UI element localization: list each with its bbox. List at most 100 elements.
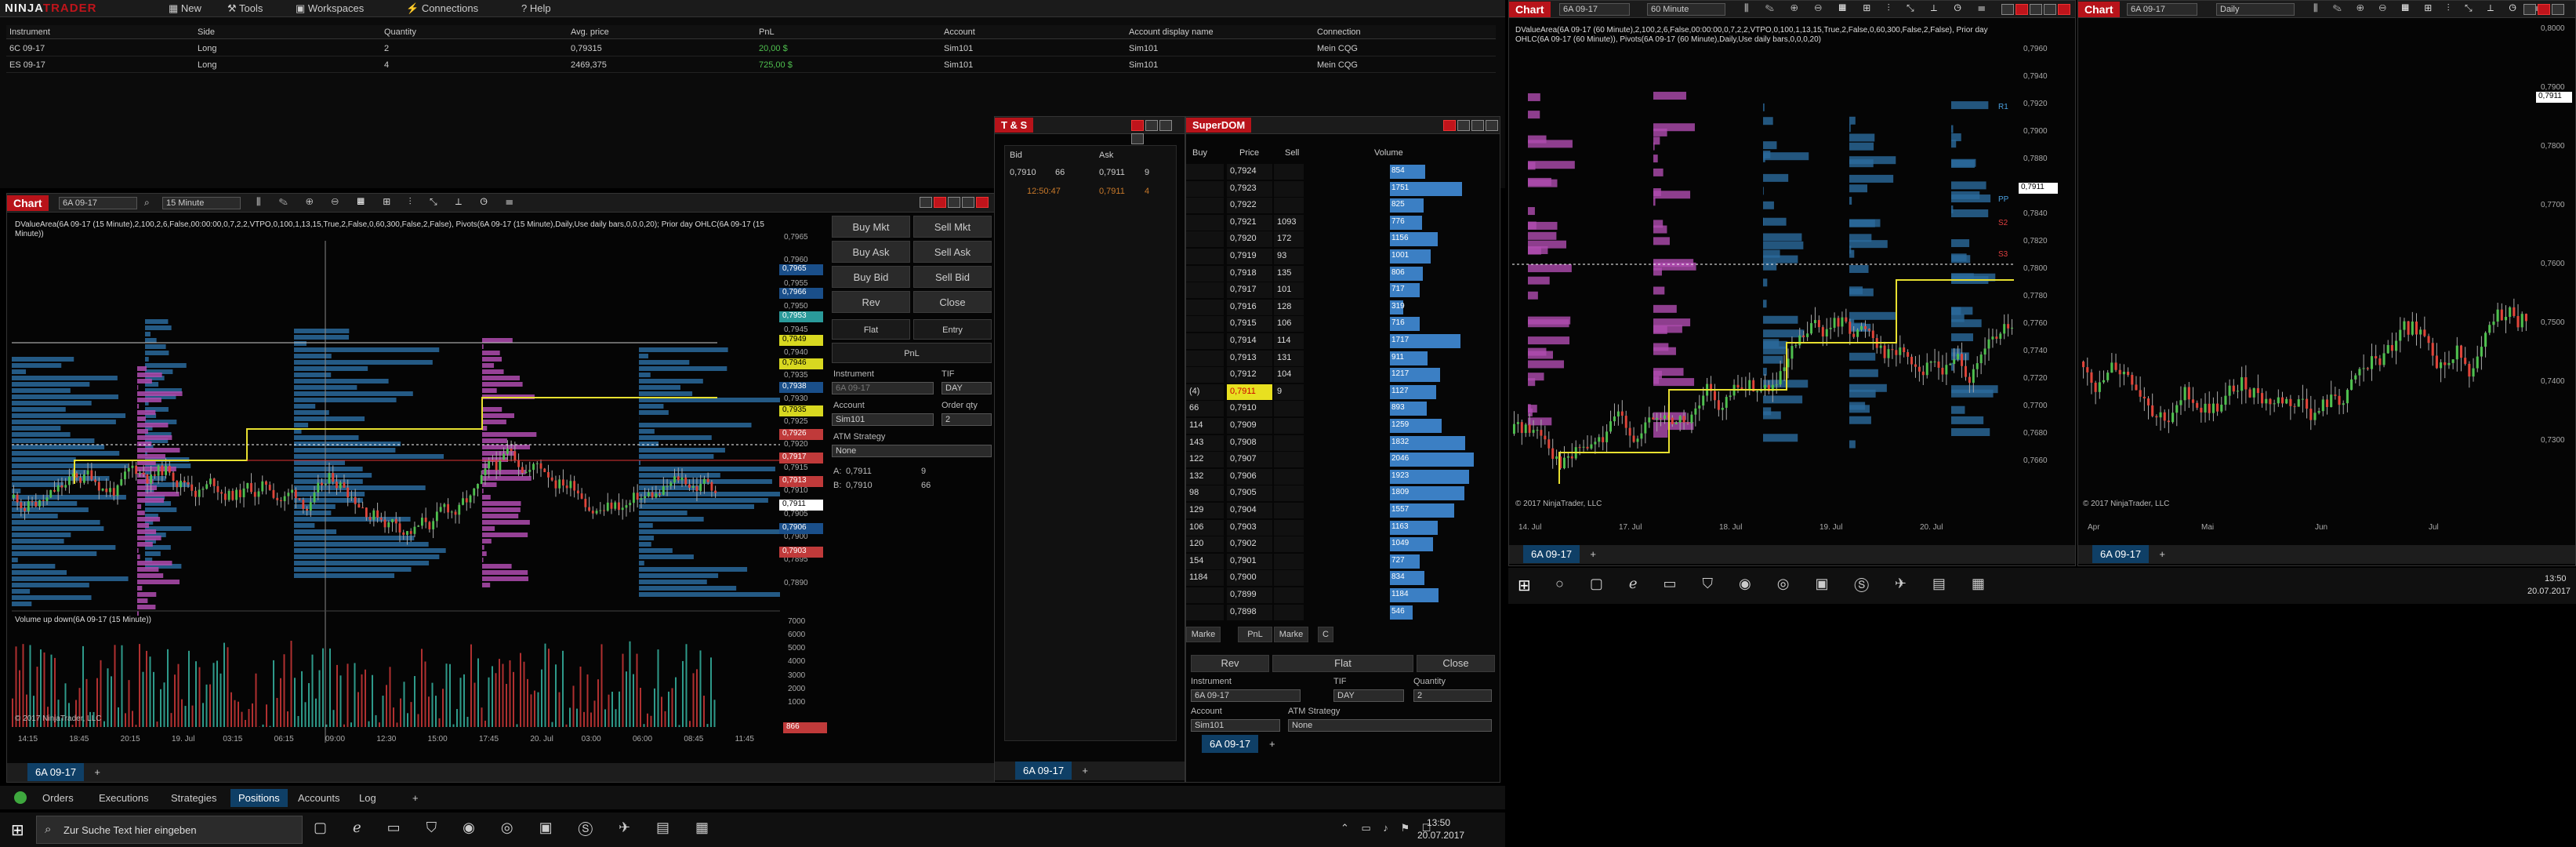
- dom-row[interactable]: 0,7918 135 806: [1186, 265, 1500, 282]
- dom-close-button[interactable]: Close: [1417, 655, 1495, 672]
- chart2-title[interactable]: Chart: [1509, 2, 1551, 17]
- menu-workspaces[interactable]: ▣ Workspaces: [296, 2, 364, 15]
- dom-row[interactable]: 114 0,7909 1259: [1186, 418, 1500, 434]
- dom-row[interactable]: 0,7914 114 1717: [1186, 333, 1500, 350]
- window-controls[interactable]: [2522, 4, 2564, 17]
- col-side[interactable]: Side: [198, 27, 215, 37]
- menu-tools[interactable]: ⚒ Tools: [227, 2, 263, 15]
- add-tab-icon[interactable]: +: [2151, 545, 2173, 563]
- col-connection[interactable]: Connection: [1317, 27, 1361, 37]
- chart3-title[interactable]: Chart: [2078, 2, 2120, 17]
- col-instrument[interactable]: Instrument: [9, 27, 50, 37]
- dom-footer-button[interactable]: PnL: [1238, 627, 1272, 642]
- windows-start-icon[interactable]: ⊞: [11, 820, 24, 840]
- col-account-display[interactable]: Account display name: [1129, 27, 1214, 37]
- add-tab-icon[interactable]: +: [1074, 762, 1096, 780]
- dom-row[interactable]: 0,7922 825: [1186, 198, 1500, 214]
- chart3-interval-select[interactable]: Daily: [2216, 3, 2295, 16]
- window-controls[interactable]: [1442, 120, 1498, 133]
- superdom-title[interactable]: SuperDOM: [1186, 118, 1252, 133]
- dom-row[interactable]: 0,7924 854: [1186, 164, 1500, 180]
- chart2-tab[interactable]: 6A 09-17: [1523, 545, 1580, 563]
- add-tab-icon[interactable]: +: [86, 763, 108, 781]
- dom-footer-button[interactable]: Marke: [1186, 627, 1221, 642]
- dom-row[interactable]: 154 0,7901 727: [1186, 553, 1500, 570]
- chart1-price-pane[interactable]: [12, 241, 780, 805]
- ts-tab[interactable]: 6A 09-17: [1015, 762, 1072, 780]
- tab-executions[interactable]: Executions: [91, 789, 157, 807]
- add-tab-icon[interactable]: +: [1261, 735, 1283, 753]
- instrument-select[interactable]: 6A 09-17: [832, 382, 934, 394]
- col-pnl[interactable]: PnL: [759, 27, 775, 37]
- dom-footer-button[interactable]: C: [1318, 627, 1333, 642]
- menu-help[interactable]: ? Help: [521, 2, 551, 14]
- flat-button[interactable]: Flat: [832, 319, 910, 340]
- dom-row[interactable]: 132 0,7906 1923: [1186, 468, 1500, 485]
- windows-start-icon[interactable]: ⊞: [1518, 576, 1531, 595]
- order-qty-input[interactable]: 2: [942, 413, 992, 426]
- chart3-instrument-select[interactable]: 6A 09-17: [2127, 3, 2197, 16]
- dom-row[interactable]: 0,7920 172 1156: [1186, 231, 1500, 248]
- buy-bid-button[interactable]: Buy Bid: [832, 266, 910, 288]
- dom-account-select[interactable]: Sim101: [1191, 719, 1280, 732]
- superdom-ladder[interactable]: Buy Price Sell Volume 0,7924 854 0,7923 1751 0,7…: [1186, 147, 1500, 753]
- chart-tools-icons[interactable]: ⫼ ✎ ⊕ ⊖ ▦ ⊞ ⫶ ⤡ ⟂ ◷ ☰: [1744, 2, 1992, 14]
- dom-reverse-button[interactable]: Rev: [1191, 655, 1269, 672]
- col-account[interactable]: Account: [944, 27, 975, 37]
- entry-button[interactable]: Entry: [913, 319, 992, 340]
- account-select[interactable]: Sim101: [832, 413, 934, 426]
- chart3-tab[interactable]: 6A 09-17: [2092, 545, 2150, 563]
- sell-bid-button[interactable]: Sell Bid: [913, 266, 992, 288]
- chart-tools-icons[interactable]: ⫼ ✎ ⊕ ⊖ ▦ ⊞ ⫶ ⤡ ⟂ ◷ ☰: [256, 196, 521, 208]
- chart1-title[interactable]: Chart: [7, 195, 49, 211]
- dom-row[interactable]: 143 0,7908 1832: [1186, 434, 1500, 452]
- dom-flat-button[interactable]: Flat: [1272, 655, 1413, 672]
- dom-row[interactable]: 0,7923 1751: [1186, 180, 1500, 198]
- tab-orders[interactable]: Orders: [34, 789, 82, 807]
- sell-ask-button[interactable]: Sell Ask: [913, 241, 992, 263]
- tif-select[interactable]: DAY: [942, 382, 992, 394]
- dom-row[interactable]: 98 0,7905 1809: [1186, 485, 1500, 502]
- dom-row[interactable]: 129 0,7904 1557: [1186, 503, 1500, 519]
- window-controls[interactable]: [1130, 120, 1185, 147]
- sell-market-button[interactable]: Sell Mkt: [913, 216, 992, 238]
- dom-atm-select[interactable]: None: [1288, 719, 1492, 732]
- table-row[interactable]: 6C 09-17 Long 2 0,79315 20,00 $ Sim101 S…: [6, 41, 1496, 56]
- col-avg-price[interactable]: Avg. price: [571, 27, 609, 37]
- chart2-interval-select[interactable]: 60 Minute: [1647, 3, 1725, 16]
- ts-title[interactable]: T & S: [995, 118, 1034, 133]
- dom-row[interactable]: (4) 0,7911 9 1127: [1186, 384, 1500, 401]
- tab-positions[interactable]: Positions: [230, 789, 288, 807]
- dom-row[interactable]: 0,7919 93 1001: [1186, 249, 1500, 265]
- chart2-instrument-select[interactable]: 6A 09-17: [1559, 3, 1630, 16]
- tab-strategies[interactable]: Strategies: [163, 789, 225, 807]
- dom-tif-select[interactable]: DAY: [1333, 689, 1404, 702]
- chart1-tab[interactable]: 6A 09-17: [27, 763, 85, 781]
- dom-row[interactable]: 122 0,7907 2046: [1186, 452, 1500, 468]
- dom-row[interactable]: 0,7915 106 716: [1186, 316, 1500, 333]
- window-controls[interactable]: [918, 197, 989, 210]
- dom-row[interactable]: 0,7916 128 319: [1186, 299, 1500, 316]
- tab-log[interactable]: Log: [351, 789, 384, 807]
- dom-row[interactable]: 106 0,7903 1163: [1186, 519, 1500, 536]
- taskbar-app-icons[interactable]: ▢ ℯ ▭ ⛉ ◉ ◎ ▣ Ⓢ ✈ ▤ ▦: [314, 820, 720, 836]
- buy-ask-button[interactable]: Buy Ask: [832, 241, 910, 263]
- taskbar-app-icons[interactable]: ○ ▢ ℯ ▭ ⛉ ◉ ◎ ▣ Ⓢ ✈ ▤ ▦: [1555, 576, 1996, 592]
- window-controls[interactable]: [2000, 4, 2070, 17]
- chart2-price-pane[interactable]: R1 PP S2 S3: [1512, 45, 2014, 507]
- chart-tools-icons[interactable]: ⫼ ✎ ⊕ ⊖ ▦ ⊞ ⫶ ⤡ ⟂ ◷ ☰: [2313, 2, 2545, 14]
- table-row[interactable]: ES 09-17 Long 4 2469,375 725,00 $ Sim101…: [6, 57, 1496, 73]
- dom-row[interactable]: 120 0,7902 1049: [1186, 536, 1500, 553]
- dom-footer-button[interactable]: Marke: [1274, 627, 1308, 642]
- dom-instrument-select[interactable]: 6A 09-17: [1191, 689, 1301, 702]
- menu-connections[interactable]: ⚡ Connections: [406, 2, 478, 15]
- dom-tab[interactable]: 6A 09-17: [1202, 735, 1259, 753]
- taskbar-search[interactable]: ⌕ Zur Suche Text hier eingeben: [36, 816, 303, 844]
- dom-row[interactable]: 0,7913 131 911: [1186, 350, 1500, 367]
- close-position-button[interactable]: Close: [913, 291, 992, 313]
- dom-row[interactable]: 0,7912 104 1217: [1186, 367, 1500, 384]
- dom-row[interactable]: 0,7921 1093 776: [1186, 214, 1500, 231]
- buy-market-button[interactable]: Buy Mkt: [832, 216, 910, 238]
- dom-row[interactable]: 0,7898 546: [1186, 604, 1500, 621]
- atm-strategy-select[interactable]: None: [832, 445, 992, 457]
